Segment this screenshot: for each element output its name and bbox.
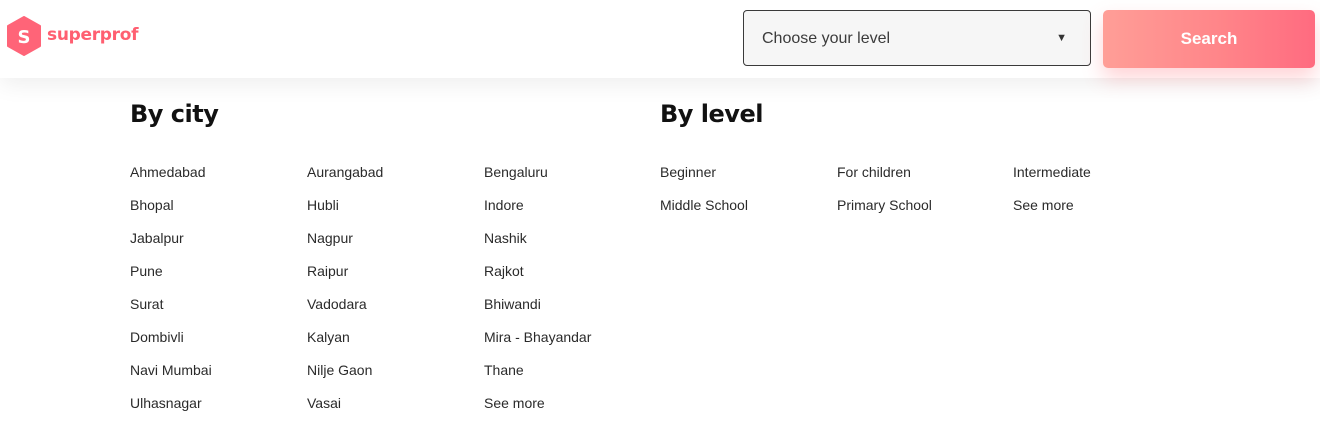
city-link[interactable]: Aurangabad <box>307 164 383 180</box>
city-list-item: Aurangabad <box>307 162 383 195</box>
level-column-3: Intermediate See more <box>1013 162 1091 228</box>
level-link[interactable]: Primary School <box>837 197 932 213</box>
city-list-item: Ulhasnagar <box>130 393 212 426</box>
caret-down-icon: ▼ <box>1056 32 1067 44</box>
level-column-1: Beginner Middle School <box>660 162 748 228</box>
city-link[interactable]: Ahmedabad <box>130 164 206 180</box>
level-see-more-link[interactable]: See more <box>1013 197 1074 213</box>
city-list-item: Bhiwandi <box>484 294 591 327</box>
level-link[interactable]: Beginner <box>660 164 716 180</box>
level-select[interactable]: Choose your level ▼ <box>743 10 1091 66</box>
city-link[interactable]: Vasai <box>307 395 341 411</box>
city-list-item: Indore <box>484 195 591 228</box>
city-link[interactable]: Navi Mumbai <box>130 362 212 378</box>
city-list-item: Rajkot <box>484 261 591 294</box>
city-list-item: Vasai <box>307 393 383 426</box>
superprof-logo-icon: S <box>7 16 41 56</box>
city-link[interactable]: Pune <box>130 263 163 279</box>
city-list-item: Ahmedabad <box>130 162 212 195</box>
city-column-1: Ahmedabad Bhopal Jabalpur Pune Surat Dom… <box>130 162 212 426</box>
city-list-item: Mira - Bhayandar <box>484 327 591 360</box>
level-select-label: Choose your level <box>762 30 891 47</box>
city-link[interactable]: Rajkot <box>484 263 524 279</box>
city-link[interactable]: Nagpur <box>307 230 353 246</box>
city-list-item: Surat <box>130 294 212 327</box>
city-link[interactable]: Jabalpur <box>130 230 184 246</box>
city-list-item: Bengaluru <box>484 162 591 195</box>
brand-name: superprof <box>47 25 139 45</box>
level-list-item: Intermediate <box>1013 162 1091 195</box>
city-list-item: Hubli <box>307 195 383 228</box>
level-see-more-item: See more <box>1013 195 1091 228</box>
level-list-item: For children <box>837 162 932 195</box>
city-link[interactable]: Raipur <box>307 263 348 279</box>
logo-letter: S <box>18 27 31 48</box>
city-list-item: Nilje Gaon <box>307 360 383 393</box>
city-list-item: Nagpur <box>307 228 383 261</box>
by-level-title: By level <box>660 100 763 128</box>
city-link[interactable]: Bhopal <box>130 197 174 213</box>
level-link[interactable]: Intermediate <box>1013 164 1091 180</box>
city-list-item: Thane <box>484 360 591 393</box>
city-list-item: Raipur <box>307 261 383 294</box>
city-link[interactable]: Mira - Bhayandar <box>484 329 591 345</box>
city-link[interactable]: Indore <box>484 197 524 213</box>
city-see-more-item: See more <box>484 393 591 426</box>
city-list-item: Nashik <box>484 228 591 261</box>
city-link[interactable]: Bhiwandi <box>484 296 541 312</box>
city-link[interactable]: Bengaluru <box>484 164 548 180</box>
header: S superprof Choose your level ▼ Search <box>0 0 1320 78</box>
city-list-item: Kalyan <box>307 327 383 360</box>
page: S superprof Choose your level ▼ Search B… <box>0 0 1320 426</box>
level-link[interactable]: For children <box>837 164 911 180</box>
city-link[interactable]: Nilje Gaon <box>307 362 372 378</box>
city-column-2: Aurangabad Hubli Nagpur Raipur Vadodara … <box>307 162 383 426</box>
city-link[interactable]: Surat <box>130 296 163 312</box>
level-list-item: Primary School <box>837 195 932 228</box>
city-see-more-link[interactable]: See more <box>484 395 545 411</box>
by-city-title: By city <box>130 100 219 128</box>
search-button[interactable]: Search <box>1103 10 1315 68</box>
superprof-logo[interactable]: S superprof <box>6 16 139 56</box>
level-list-item: Middle School <box>660 195 748 228</box>
city-list-item: Pune <box>130 261 212 294</box>
city-link[interactable]: Thane <box>484 362 524 378</box>
city-list-item: Navi Mumbai <box>130 360 212 393</box>
level-column-2: For children Primary School <box>837 162 932 228</box>
city-link[interactable]: Hubli <box>307 197 339 213</box>
city-list-item: Bhopal <box>130 195 212 228</box>
city-link[interactable]: Vadodara <box>307 296 367 312</box>
city-list-item: Jabalpur <box>130 228 212 261</box>
level-list-item: Beginner <box>660 162 748 195</box>
city-link[interactable]: Ulhasnagar <box>130 395 202 411</box>
city-link[interactable]: Dombivli <box>130 329 184 345</box>
city-column-3: Bengaluru Indore Nashik Rajkot Bhiwandi … <box>484 162 591 426</box>
city-list-item: Dombivli <box>130 327 212 360</box>
level-link[interactable]: Middle School <box>660 197 748 213</box>
city-list-item: Vadodara <box>307 294 383 327</box>
city-link[interactable]: Kalyan <box>307 329 350 345</box>
city-link[interactable]: Nashik <box>484 230 527 246</box>
